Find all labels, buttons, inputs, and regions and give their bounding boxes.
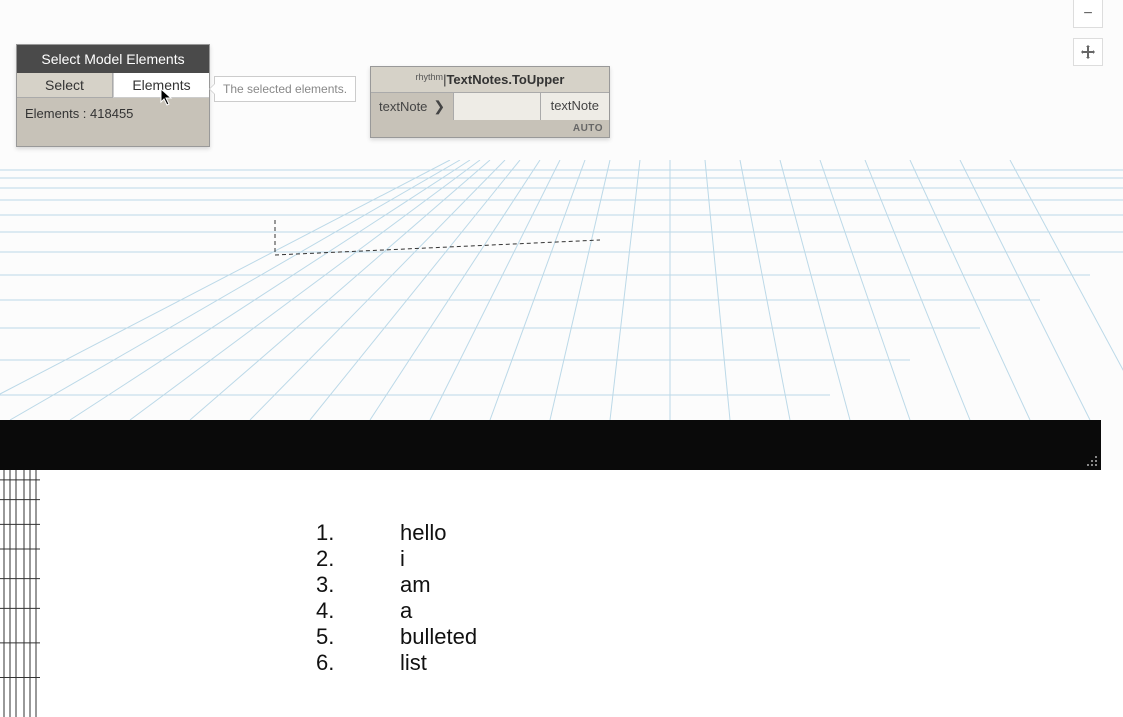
panel-divider-bar: [0, 420, 1101, 470]
select-button[interactable]: Select: [17, 73, 113, 98]
list-item: 5. bulleted: [316, 624, 477, 650]
list-item: 1. hello: [316, 520, 477, 546]
list-item: 6. list: [316, 650, 477, 676]
text-note-list[interactable]: 1. hello 2. i 3. am 4. a 5. bulleted 6. …: [316, 520, 477, 676]
zoom-out-button[interactable]: −: [1073, 0, 1103, 28]
node-textnotes-toupper[interactable]: rhythm|TextNotes.ToUpper textNote ❯ text…: [370, 66, 610, 138]
list-item: 3. am: [316, 572, 477, 598]
lacing-label[interactable]: AUTO: [371, 120, 609, 137]
selection-status: Elements : 418455: [17, 98, 209, 146]
list-item: 2. i: [316, 546, 477, 572]
output-port-textnote[interactable]: textNote: [540, 93, 609, 120]
fit-view-button[interactable]: [1073, 38, 1103, 66]
node-body-spacer: [454, 93, 539, 120]
input-port-textnote[interactable]: textNote ❯: [371, 93, 454, 120]
revit-view[interactable]: 1. hello 2. i 3. am 4. a 5. bulleted 6. …: [0, 470, 1123, 717]
list-item: 4. a: [316, 598, 477, 624]
node-title: Select Model Elements: [17, 45, 209, 73]
node-title: rhythm|TextNotes.ToUpper: [371, 67, 609, 93]
node-package-prefix: rhythm: [416, 72, 444, 82]
background-3d-grid: [0, 160, 1123, 420]
dynamo-canvas[interactable]: Select Model Elements Select Elements El…: [0, 0, 1123, 470]
port-tooltip: The selected elements.: [214, 76, 356, 102]
pan-icon: [1080, 44, 1096, 60]
column-grid-lines: [0, 470, 40, 717]
resize-grip-icon[interactable]: [1085, 454, 1099, 468]
output-port-elements[interactable]: Elements: [113, 73, 209, 98]
node-select-model-elements[interactable]: Select Model Elements Select Elements El…: [16, 44, 210, 147]
chevron-right-icon: ❯: [433, 98, 445, 115]
